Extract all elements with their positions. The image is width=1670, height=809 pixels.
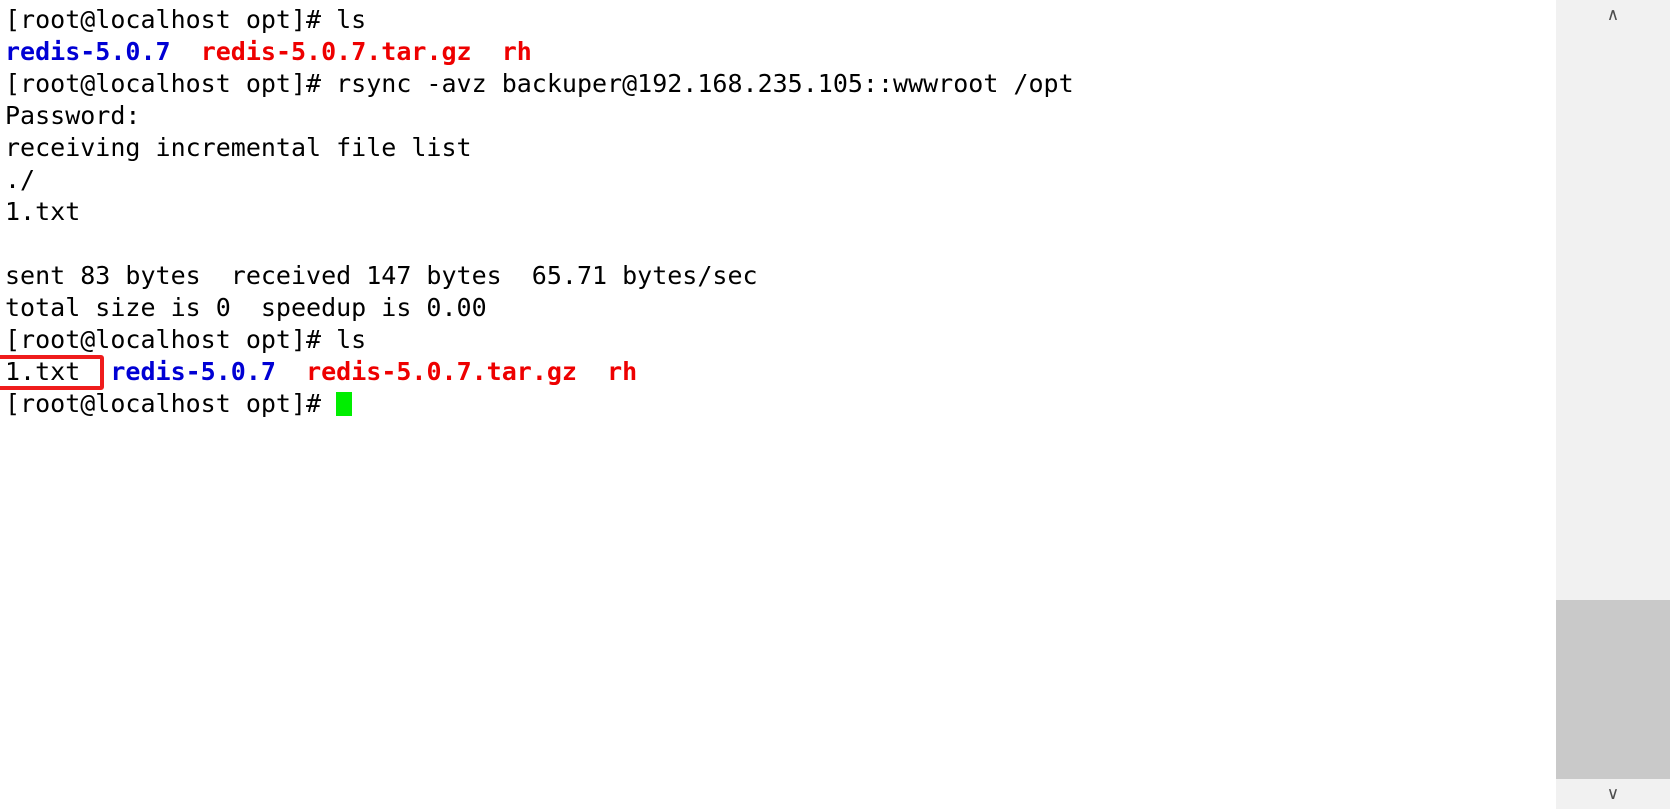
terminal-line-cmd-rsync: [root@localhost opt]# rsync -avz backupe… bbox=[5, 68, 1556, 100]
scroll-up-button[interactable]: ∧ bbox=[1556, 0, 1670, 30]
scrollbar-thumb[interactable] bbox=[1556, 600, 1670, 780]
terminal-segment: [root@localhost opt]# ls bbox=[5, 325, 367, 354]
terminal-segment: redis-5.0.7 bbox=[110, 357, 276, 386]
terminal-line-cmd-ls-1: [root@localhost opt]# ls bbox=[5, 4, 1556, 36]
terminal-line-stats-total: total size is 0 speedup is 0.00 bbox=[5, 292, 1556, 324]
terminal-segment: Password: bbox=[5, 101, 141, 130]
scroll-down-button[interactable]: ∨ bbox=[1556, 779, 1670, 809]
text-cursor bbox=[336, 392, 353, 416]
terminal-segment: redis-5.0.7.tar.gz bbox=[306, 357, 577, 386]
terminal-segment: ./ bbox=[5, 165, 36, 194]
terminal-segment: sent 83 bytes received 147 bytes 65.71 b… bbox=[5, 261, 758, 290]
terminal-segment bbox=[472, 37, 502, 66]
terminal-line-cmd-ls-2: [root@localhost opt]# ls bbox=[5, 324, 1556, 356]
terminal-segment bbox=[5, 229, 20, 258]
terminal-segment bbox=[80, 357, 110, 386]
terminal-segment: total size is 0 speedup is 0.00 bbox=[5, 293, 487, 322]
terminal-line-transfer-dot-slash: ./ bbox=[5, 164, 1556, 196]
terminal-segment: redis-5.0.7.tar.gz bbox=[200, 37, 472, 66]
terminal-line-ls-output-2: 1.txt redis-5.0.7 redis-5.0.7.tar.gz rh bbox=[5, 356, 1556, 388]
terminal-segment bbox=[577, 357, 607, 386]
vertical-scrollbar[interactable]: ∧ ∨ bbox=[1555, 0, 1670, 809]
terminal-line-ls-output-1: redis-5.0.7 redis-5.0.7.tar.gz rh bbox=[5, 36, 1556, 68]
terminal-segment: 1.txt bbox=[5, 197, 81, 226]
chevron-down-icon: ∨ bbox=[1606, 783, 1620, 804]
terminal-segment: rh bbox=[607, 357, 638, 386]
terminal-line-spacer-1 bbox=[5, 228, 1556, 260]
terminal-line-password-prompt: Password: bbox=[5, 100, 1556, 132]
terminal-segment: redis-5.0.7 bbox=[5, 37, 171, 66]
terminal-line-receiving-list: receiving incremental file list bbox=[5, 132, 1556, 164]
terminal-line-transfer-1txt: 1.txt bbox=[5, 196, 1556, 228]
chevron-up-icon: ∧ bbox=[1606, 4, 1620, 25]
terminal-segment bbox=[276, 357, 306, 386]
terminal-window: [root@localhost opt]# ls redis-5.0.7 redi… bbox=[0, 0, 1670, 809]
terminal-line-stats-bytes: sent 83 bytes received 147 bytes 65.71 b… bbox=[5, 260, 1556, 292]
terminal-segment: [root@localhost opt]# bbox=[5, 389, 337, 418]
terminal-segment: [root@localhost opt]# ls bbox=[5, 5, 367, 34]
terminal-segment: rh bbox=[501, 37, 532, 66]
terminal-segment bbox=[171, 37, 201, 66]
terminal-segment: receiving incremental file list bbox=[5, 133, 472, 162]
terminal-output-area[interactable]: [root@localhost opt]# ls redis-5.0.7 redi… bbox=[0, 0, 1556, 809]
terminal-segment: [root@localhost opt]# rsync -avz backupe… bbox=[5, 69, 1074, 98]
terminal-segment: 1.txt bbox=[5, 357, 81, 386]
terminal-line-cmd-current: [root@localhost opt]# bbox=[5, 388, 1556, 420]
